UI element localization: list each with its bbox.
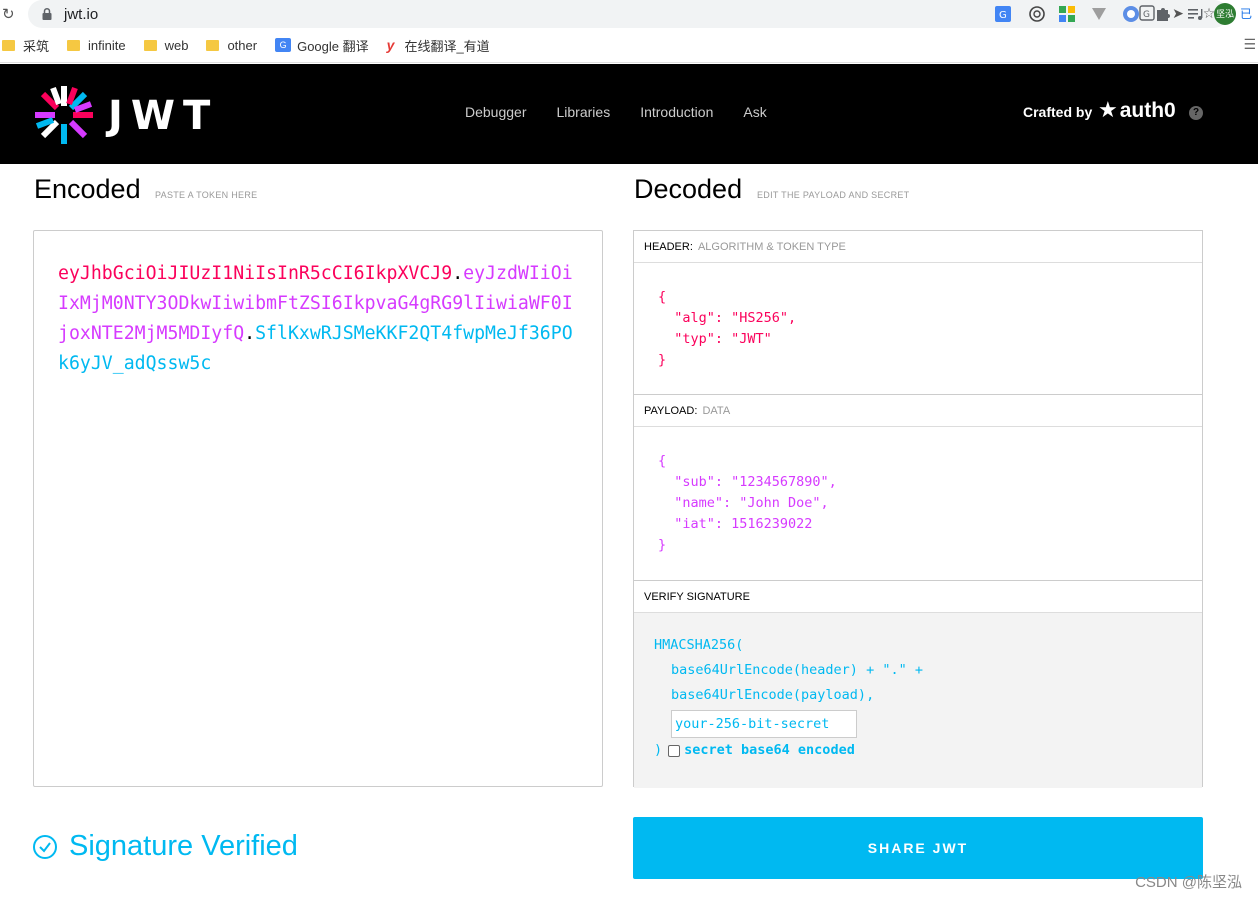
media-icon[interactable] <box>1186 5 1204 23</box>
decoded-title: Decoded <box>634 174 743 204</box>
folder-icon <box>143 39 157 51</box>
check-circle-icon <box>33 834 57 859</box>
profile-label: 坚泓 <box>1214 3 1236 25</box>
code-line: { <box>658 289 667 305</box>
decoded-subtitle: EDIT THE PAYLOAD AND SECRET <box>757 190 910 200</box>
bookmark-label: Google 翻译 <box>297 38 369 54</box>
omnibox-actions: G ➤ ☆ <box>1138 5 1218 23</box>
help-icon[interactable]: ? <box>1189 106 1203 120</box>
auth0-star-icon: ★ <box>1098 98 1118 123</box>
bookmark-item[interactable]: G Google 翻译 <box>275 36 369 55</box>
site-header: JWT Debugger Libraries Introduction Ask … <box>0 64 1258 164</box>
url-text[interactable]: jwt.io <box>64 6 98 23</box>
bookmark-item[interactable]: web <box>143 37 189 53</box>
jwt-logo-icon[interactable] <box>33 84 95 146</box>
auth0-wordmark: auth0 <box>1119 98 1176 122</box>
base64-checkbox-label[interactable]: secret base64 encoded <box>684 738 855 763</box>
header-section-title: HEADER: ALGORITHM & TOKEN TYPE <box>634 231 1202 263</box>
bookmark-label: 在线翻译_有道 <box>404 38 490 54</box>
bookmark-item[interactable]: infinite <box>67 38 126 53</box>
profile-menu[interactable]: 已 <box>1240 5 1252 23</box>
base64-checkbox[interactable] <box>668 744 681 757</box>
verify-signature-body: HMACSHA256( base64UrlEncode(header) + ".… <box>634 613 1202 788</box>
folder-icon <box>67 39 81 51</box>
main-nav: Debugger Libraries Introduction Ask <box>465 104 767 120</box>
profile-avatar[interactable]: 坚泓 <box>1214 3 1236 25</box>
encoded-title: Encoded <box>34 174 141 204</box>
token-dot: . <box>244 323 256 344</box>
reload-icon[interactable]: ↻ <box>2 5 20 23</box>
csdn-watermark: CSDN @陈坚泓 <box>1135 874 1242 891</box>
encoded-subtitle: PASTE A TOKEN HERE <box>155 190 258 200</box>
signature-status: Signature Verified <box>33 830 298 863</box>
payload-sublabel: DATA <box>702 405 731 417</box>
header-json-editor[interactable]: { "alg": "HS256", "typ": "JWT" } <box>634 263 1202 395</box>
reading-list-icon[interactable]: ☰ <box>1243 36 1256 53</box>
bookmark-item[interactable]: 采筑 <box>2 36 49 55</box>
bookmark-label: web <box>164 37 189 53</box>
payload-label: PAYLOAD: <box>644 405 698 417</box>
code-line: } <box>658 537 667 553</box>
bookmark-item[interactable]: other <box>206 38 257 53</box>
browser-toolbar: ↻ jwt.io G ➤ ☆ G 坚泓 已 <box>0 0 1258 28</box>
puzzle-icon[interactable] <box>1154 5 1172 23</box>
token-header-part: eyJhbGciOiJIUzI1NiIsInR5cCI6IkpXVCJ9 <box>58 263 453 284</box>
svg-text:G: G <box>999 10 1007 21</box>
token-dot: . <box>452 263 464 284</box>
logo-wordmark[interactable]: JWT <box>108 93 218 139</box>
header-sublabel: ALGORITHM & TOKEN TYPE <box>697 241 846 253</box>
grid-ext-icon[interactable] <box>1058 5 1076 23</box>
bookmarks-bar: 采筑 infinite web other G Google 翻译 y 在线翻译… <box>0 28 1258 63</box>
bookmark-label: 采筑 <box>23 38 50 54</box>
close-paren: ) <box>654 742 663 758</box>
nav-link-debugger[interactable]: Debugger <box>465 104 527 120</box>
code-line: "iat": 1516239022 <box>658 516 813 532</box>
payload-section-title: PAYLOAD: DATA <box>634 395 1202 427</box>
code-line: { <box>658 453 667 469</box>
hmac-payload-line: base64UrlEncode(payload), <box>671 687 875 703</box>
hmac-fn-line: HMACSHA256( <box>654 637 744 653</box>
secret-options-row: ) secret base64 encoded <box>654 738 1202 763</box>
nav-link-ask[interactable]: Ask <box>743 104 766 120</box>
nav-link-libraries[interactable]: Libraries <box>557 104 611 120</box>
code-line: "typ": "JWT" <box>658 331 772 347</box>
bookmark-item[interactable]: y 在线翻译_有道 <box>387 36 490 55</box>
address-bar[interactable]: jwt.io G ➤ ☆ <box>28 0 1228 28</box>
auth0-brand-link[interactable]: ★ auth0 <box>1098 98 1176 123</box>
circle-ext-icon[interactable] <box>1028 5 1046 23</box>
nav-link-introduction[interactable]: Introduction <box>640 104 713 120</box>
encoded-token-editor[interactable]: eyJhbGciOiJIUzI1NiIsInR5cCI6IkpXVCJ9.eyJ… <box>33 230 603 787</box>
lock-icon[interactable] <box>40 7 54 21</box>
code-line: "name": "John Doe", <box>658 495 829 511</box>
share-jwt-button[interactable]: SHARE JWT <box>633 817 1203 879</box>
header-label: HEADER: <box>644 241 693 253</box>
secret-input[interactable]: your-256-bit-secret <box>671 710 857 738</box>
verify-section-title: VERIFY SIGNATURE <box>634 581 1202 613</box>
payload-json-editor[interactable]: { "sub": "1234567890", "name": "John Doe… <box>634 427 1202 581</box>
bookmark-label: infinite <box>88 37 126 53</box>
wallet-ext-icon[interactable] <box>1122 5 1140 23</box>
code-line: "sub": "1234567890", <box>658 474 837 490</box>
code-line: } <box>658 352 667 368</box>
signature-status-text: Signature Verified <box>69 830 298 862</box>
youdao-icon: y <box>386 37 395 53</box>
google-translate-icon: G <box>275 38 292 52</box>
code-line: "alg": "HS256", <box>658 310 797 326</box>
hmac-header-line: base64UrlEncode(header) + "." + <box>671 662 923 678</box>
bookmark-label: other <box>227 37 258 53</box>
svg-text:G: G <box>1143 10 1150 20</box>
folder-icon <box>206 39 220 51</box>
google-translate-ext-icon[interactable]: G <box>994 5 1012 23</box>
vee-ext-icon[interactable] <box>1090 5 1108 23</box>
verify-label: VERIFY SIGNATURE <box>644 591 750 603</box>
decoded-panel: HEADER: ALGORITHM & TOKEN TYPE { "alg": … <box>633 230 1203 788</box>
folder-icon <box>2 39 15 51</box>
crafted-by-label: Crafted by <box>1023 104 1093 120</box>
